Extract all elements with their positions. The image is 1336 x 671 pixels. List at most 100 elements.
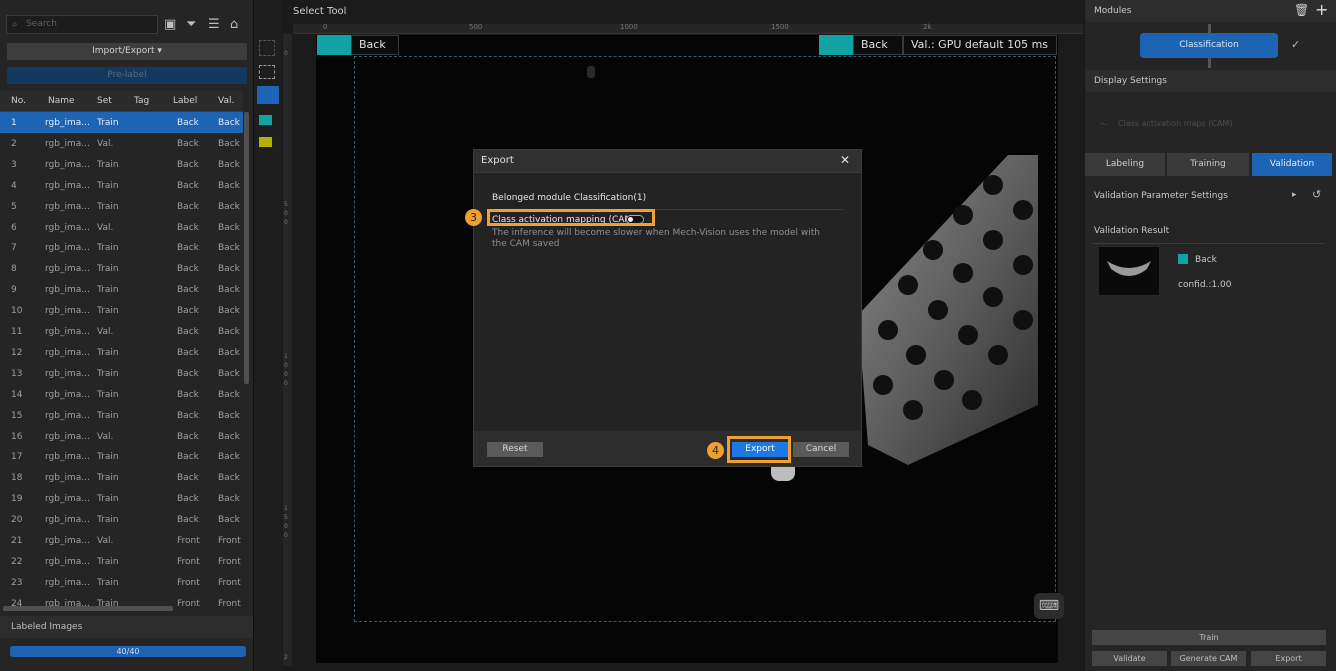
cell-val: Back — [218, 285, 240, 296]
select-tool-icon[interactable] — [257, 86, 279, 104]
trash-icon[interactable]: 🗑 — [1294, 3, 1309, 17]
tab-labeling[interactable]: Labeling — [1085, 153, 1165, 176]
cell-set: Val. — [97, 222, 114, 233]
cell-name: rgb_ima... — [45, 264, 90, 275]
cell-set: Train — [97, 264, 119, 275]
table-row[interactable]: 4 rgb_ima... Train Back Back — [0, 175, 243, 196]
keyboard-icon[interactable]: ⌨ — [1034, 593, 1064, 619]
import-export-button[interactable]: Import/Export ▾ — [7, 43, 247, 60]
export-button-right[interactable]: Export — [1251, 651, 1326, 666]
table-row[interactable]: 9 rgb_ima... Train Back Back — [0, 279, 243, 300]
tab-training[interactable]: Training — [1167, 153, 1249, 176]
table-row[interactable]: 8 rgb_ima... Train Back Back — [0, 258, 243, 279]
table-row[interactable]: 20 rgb_ima... Train Back Back — [0, 509, 243, 530]
search-input[interactable]: ⌕ Search — [6, 15, 158, 34]
cell-set: Val. — [97, 431, 114, 442]
cell-val: Back — [218, 431, 240, 442]
table-row[interactable]: 17 rgb_ima... Train Back Back — [0, 446, 243, 467]
table-row[interactable]: 10 rgb_ima... Train Back Back — [0, 300, 243, 321]
cell-no: 8 — [11, 264, 17, 275]
search-icon: ⌕ — [12, 19, 18, 30]
cell-no: 4 — [11, 180, 17, 191]
col-label[interactable]: Label — [173, 96, 197, 106]
cell-val: Back — [218, 389, 240, 400]
table-row[interactable]: 21 rgb_ima... Val. Front Front — [0, 530, 243, 551]
col-name[interactable]: Name — [48, 96, 75, 106]
cell-set: Train — [97, 515, 119, 526]
ruler-top: 0 500 1000 1500 2k — [293, 23, 1083, 34]
table-row[interactable]: 16 rgb_ima... Val. Back Back — [0, 426, 243, 447]
cam-maps-option[interactable]: Class activation maps (CAM) — [1118, 119, 1232, 128]
label-tag-right: Back — [853, 35, 903, 55]
cell-no: 3 — [11, 159, 17, 170]
expand-icon[interactable]: ▸ — [1292, 190, 1297, 200]
table-header: No. Name Set Tag Label Val. — [0, 91, 243, 112]
classification-module[interactable]: Classification — [1140, 33, 1278, 58]
table-row[interactable]: 1 rgb_ima... Train Back Back — [0, 112, 243, 133]
cell-val: Back — [218, 159, 240, 170]
close-icon[interactable]: ✕ — [840, 153, 850, 167]
cell-val: Back — [218, 452, 240, 463]
table-row[interactable]: 3 rgb_ima... Train Back Back — [0, 154, 243, 175]
table-row[interactable]: 18 rgb_ima... Train Back Back — [0, 467, 243, 488]
ruler-left: 0 5 0 0 1 0 0 0 1 5 0 0 2 — [283, 34, 292, 666]
result-label: Back — [1195, 255, 1217, 265]
col-set[interactable]: Set — [97, 96, 112, 106]
image-filter-icon[interactable]: ▣ — [164, 17, 176, 33]
table-row[interactable]: 14 rgb_ima... Train Back Back — [0, 384, 243, 405]
add-icon[interactable]: + — [1315, 0, 1328, 19]
cell-set: Val. — [97, 536, 114, 546]
label-color-yellow[interactable] — [259, 137, 272, 147]
tab-validation[interactable]: Validation — [1252, 153, 1332, 176]
cell-set: Train — [97, 452, 119, 463]
rect-select-icon[interactable] — [259, 65, 275, 79]
wave-icon: 〜 — [1100, 120, 1108, 129]
cell-set: Val. — [97, 327, 114, 337]
cell-name: rgb_ima... — [45, 222, 90, 233]
table-row[interactable]: 12 rgb_ima... Train Back Back — [0, 342, 243, 363]
cell-name: rgb_ima... — [45, 515, 90, 526]
cell-label: Back — [177, 389, 199, 400]
table-row[interactable]: 11 rgb_ima... Val. Back Back — [0, 321, 243, 342]
table-row[interactable]: 13 rgb_ima... Train Back Back — [0, 363, 243, 384]
pre-label-button[interactable]: Pre-label — [7, 67, 247, 84]
col-no[interactable]: No. — [11, 96, 26, 106]
train-button[interactable]: Train — [1092, 630, 1326, 645]
table-row[interactable]: 15 rgb_ima... Train Back Back — [0, 405, 243, 426]
cell-val: Back — [218, 473, 240, 484]
cell-set: Train — [97, 306, 119, 317]
col-val[interactable]: Val. — [218, 96, 234, 106]
label-color-teal[interactable] — [259, 115, 272, 125]
dialog-header: Export ✕ — [474, 150, 861, 173]
col-tag[interactable]: Tag — [134, 96, 149, 106]
horizontal-scrollbar[interactable] — [3, 606, 173, 611]
table-row[interactable]: 6 rgb_ima... Val. Back Back — [0, 217, 243, 238]
check-icon: ✓ — [1291, 38, 1301, 51]
history-icon[interactable]: ↺ — [1312, 188, 1321, 201]
reset-button[interactable]: Reset — [487, 442, 543, 457]
pedal-image — [858, 155, 1038, 465]
vertical-scrollbar[interactable] — [244, 112, 249, 384]
table-row[interactable]: 5 rgb_ima... Train Back Back — [0, 196, 243, 217]
display-icon[interactable]: ⌂ — [230, 17, 238, 33]
cell-name: rgb_ima... — [45, 138, 90, 149]
table-row[interactable]: 19 rgb_ima... Train Back Back — [0, 488, 243, 509]
list-icon[interactable]: ☰ — [208, 17, 220, 33]
filter-icon[interactable]: ⏷ — [186, 17, 196, 33]
generate-cam-button[interactable]: Generate CAM — [1171, 651, 1246, 666]
table-row[interactable]: 23 rgb_ima... Train Front Front — [0, 572, 243, 593]
cell-label: Back — [177, 515, 199, 526]
cell-val: Back — [218, 347, 240, 358]
table-row[interactable]: 2 rgb_ima... Val. Back Back — [0, 133, 243, 154]
validation-param-settings[interactable]: Validation Parameter Settings — [1094, 191, 1228, 201]
table-row[interactable]: 22 rgb_ima... Train Front Front — [0, 551, 243, 572]
cell-name: rgb_ima... — [45, 347, 90, 358]
table-row[interactable]: 7 rgb_ima... Train Back Back — [0, 237, 243, 258]
cancel-button[interactable]: Cancel — [793, 442, 849, 457]
dialog-footer: Reset Export Cancel — [474, 431, 861, 466]
cell-no: 5 — [11, 201, 17, 212]
result-thumbnail[interactable] — [1099, 247, 1159, 295]
polygon-select-icon[interactable] — [259, 40, 275, 56]
cell-label: Back — [177, 138, 199, 149]
validate-button[interactable]: Validate — [1092, 651, 1167, 666]
